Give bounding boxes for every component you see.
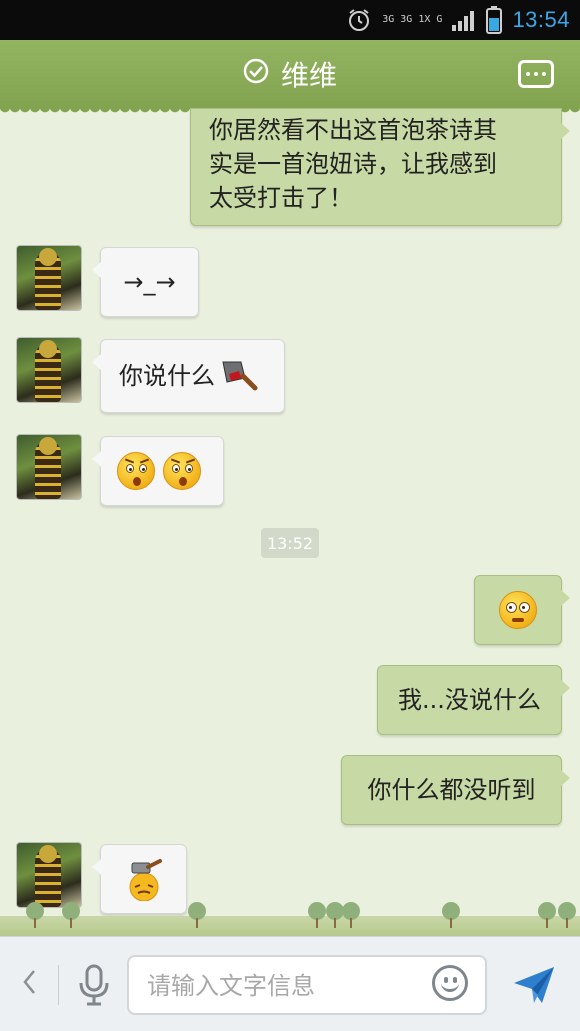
eye: [126, 464, 134, 473]
message-text-line: 太受打击了！: [209, 184, 353, 212]
tree: [538, 902, 556, 928]
eye: [172, 464, 180, 473]
message-list[interactable]: 你居然看不出这首泡茶诗其 实是一首泡妞诗，让我感到 太受打击了！ →_→ 你说什…: [0, 108, 580, 936]
message-text: →_→: [123, 268, 176, 296]
avatar-head: [39, 845, 57, 863]
brow: [170, 458, 181, 464]
send-button[interactable]: [510, 963, 558, 1007]
tree: [558, 902, 576, 928]
signal-icon: [452, 9, 476, 31]
tree: [308, 902, 326, 928]
clock-time: 13:54: [512, 7, 570, 32]
alarm-icon: [346, 7, 372, 33]
outgoing-message[interactable]: 我...没说什么: [377, 665, 570, 735]
tree: [326, 902, 344, 928]
shocked-face-icon: [117, 452, 155, 490]
incoming-message[interactable]: 你说什么: [92, 339, 285, 413]
contact-name[interactable]: 维维: [281, 54, 337, 94]
more-menu-button[interactable]: [518, 60, 554, 88]
send-icon: [510, 967, 558, 1011]
more-menu-icon: [526, 72, 530, 76]
message-text: 你什么都没听到: [367, 776, 536, 804]
message-text-line: 实是一首泡妞诗，让我感到: [209, 150, 497, 178]
message-text: 我...没说什么: [398, 686, 541, 714]
smiley-mouth: [441, 982, 459, 992]
rolling-eyes-face-icon: [499, 591, 537, 629]
avatar-head: [39, 340, 57, 358]
back-button[interactable]: [18, 967, 40, 1003]
avatar[interactable]: [16, 337, 82, 403]
message-text-line: 你居然看不出这首泡茶诗其: [209, 116, 497, 144]
outgoing-message[interactable]: 你什么都没听到: [341, 755, 570, 825]
voice-input-button[interactable]: [74, 963, 114, 1007]
chat-header: 维维: [0, 40, 580, 114]
chevron-left-icon: [22, 968, 36, 1003]
input-bar: [0, 936, 580, 1031]
shocked-face-icon: [163, 452, 201, 490]
mouth: [179, 477, 187, 486]
eye: [185, 464, 193, 473]
dot: [542, 72, 546, 76]
emoji-button[interactable]: [432, 965, 468, 1001]
tree: [62, 902, 80, 928]
incoming-message[interactable]: →_→: [92, 247, 199, 317]
dot: [534, 72, 538, 76]
avatar-head: [39, 437, 57, 455]
outgoing-message[interactable]: 你居然看不出这首泡茶诗其 实是一首泡妞诗，让我感到 太受打击了！: [190, 108, 570, 226]
tree: [442, 902, 460, 928]
tree: [188, 902, 206, 928]
battery-icon: [486, 6, 503, 34]
avatar[interactable]: [16, 434, 82, 500]
brow: [124, 458, 135, 464]
network-icon: 3G 3G 1X G: [382, 14, 443, 25]
divider: [58, 965, 59, 1005]
brow: [185, 458, 196, 464]
microphone-icon: [74, 964, 114, 1011]
cleaver-icon: [219, 358, 259, 394]
message-text-field[interactable]: [147, 967, 417, 1005]
incoming-message[interactable]: [92, 436, 224, 506]
avatar-head: [39, 248, 57, 266]
check-circle-icon: [243, 58, 269, 91]
eye: [506, 602, 517, 613]
status-bar: 3G 3G 1X G 13:54: [0, 0, 580, 40]
tree: [342, 902, 360, 928]
landscape-decoration: [0, 886, 580, 936]
message-text: 你说什么: [119, 362, 215, 390]
mouth: [133, 477, 141, 486]
outgoing-message[interactable]: [474, 575, 570, 645]
brow: [139, 458, 150, 464]
avatar[interactable]: [16, 245, 82, 311]
eye: [519, 602, 530, 613]
timestamp: 13:52: [261, 528, 319, 558]
eye: [139, 464, 147, 473]
tree: [26, 902, 44, 928]
mouth: [512, 618, 524, 622]
